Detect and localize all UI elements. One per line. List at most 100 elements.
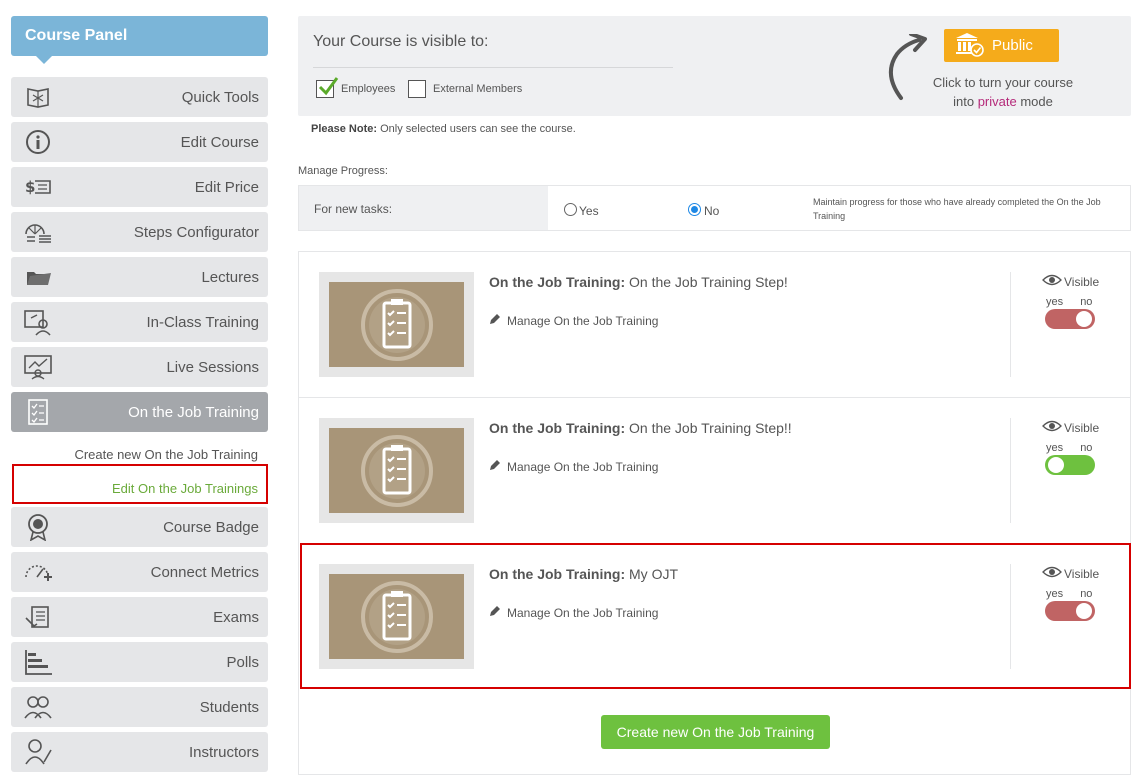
progress-yes-label: Yes: [579, 204, 599, 218]
sidebar-item-label: Quick Tools: [181, 88, 259, 106]
sidebar-item-lectures[interactable]: Lectures: [11, 257, 268, 297]
training-card: On the Job Training: On the Job Training…: [299, 252, 1130, 398]
visibility-indicator: Visible: [1042, 420, 1099, 435]
toggle-knob: [1076, 311, 1092, 327]
sidebar-item-in-class-training[interactable]: In-Class Training: [11, 302, 268, 342]
sidebar-menu-bottom: Course Badge Connect Metrics Exams Polls…: [11, 507, 268, 777]
edit-on-the-job-trainings-link[interactable]: Edit On the Job Trainings: [112, 481, 258, 496]
institution-check-icon: [954, 31, 984, 61]
visibility-note: Please Note: Only selected users can see…: [311, 123, 576, 135]
price-icon: $: [23, 172, 53, 202]
training-card: On the Job Training: On the Job Training…: [299, 398, 1130, 544]
training-title[interactable]: On the Job Training: On the Job Training…: [489, 420, 792, 436]
progress-no-label: No: [704, 204, 720, 218]
yes-no-labels: yes no: [1046, 296, 1092, 308]
public-hint-pre: into: [953, 94, 978, 109]
course-panel-sidebar: Course Panel Quick Tools Edit Course $ E…: [11, 16, 268, 772]
visibility-toggle[interactable]: [1045, 309, 1095, 329]
manage-label: Manage On the Job Training: [507, 459, 659, 474]
visible-label: Visible: [1064, 274, 1100, 289]
sidebar-item-edit-price[interactable]: $ Edit Price: [11, 167, 268, 207]
info-icon: [23, 127, 53, 157]
divider: [1010, 418, 1011, 523]
sidebar-item-label: Edit Price: [194, 178, 259, 196]
public-button[interactable]: Public: [944, 29, 1059, 62]
check-mark-icon: [318, 77, 339, 96]
visible-label: Visible: [1064, 420, 1100, 435]
sidebar-item-polls[interactable]: Polls: [11, 642, 268, 682]
create-on-the-job-training-link[interactable]: Create new On the Job Training: [74, 447, 258, 462]
note-label: Please Note:: [311, 123, 378, 135]
toggle-knob: [1048, 457, 1064, 473]
svg-text:$: $: [25, 178, 35, 196]
employees-checkbox[interactable]: [316, 77, 339, 98]
sidebar-item-connect-metrics[interactable]: Connect Metrics: [11, 552, 268, 592]
selected-training-highlight: [300, 543, 1131, 689]
sidebar-item-label: Instructors: [188, 743, 259, 761]
sidebar-item-live-sessions[interactable]: Live Sessions: [11, 347, 268, 387]
sidebar-item-label: Steps Configurator: [133, 223, 259, 241]
yes-no-labels: yes no: [1046, 442, 1092, 454]
sidebar-item-quick-tools[interactable]: Quick Tools: [11, 77, 268, 117]
course-visibility-panel: Your Course is visible to: Employees Ext…: [298, 16, 1131, 116]
checklist-icon: [360, 434, 433, 507]
checklist-icon: [360, 288, 433, 361]
training-name: On the Job Training Step!!: [625, 420, 792, 436]
public-hint-line1: Click to turn your course: [932, 75, 1074, 90]
divider: [1010, 272, 1011, 377]
sidebar-item-course-badge[interactable]: Course Badge: [11, 507, 268, 547]
sidebar-item-label: Lectures: [201, 268, 259, 286]
progress-no-radio[interactable]: [688, 203, 701, 216]
metrics-icon: [23, 557, 53, 587]
sidebar-item-label: Polls: [226, 653, 259, 671]
training-name: On the Job Training Step!: [625, 274, 788, 290]
create-on-the-job-training-button[interactable]: Create new On the Job Training: [601, 715, 830, 749]
sidebar-item-on-the-job-training[interactable]: On the Job Training: [11, 392, 268, 432]
sidebar-item-steps-configurator[interactable]: Steps Configurator: [11, 212, 268, 252]
quick-tools-icon: [23, 82, 53, 112]
sidebar-item-label: Edit Course: [180, 133, 259, 151]
manage-label: Manage On the Job Training: [507, 313, 659, 328]
sidebar-item-label: Connect Metrics: [150, 563, 259, 581]
sidebar-item-label: Exams: [213, 608, 259, 626]
external-members-checkbox[interactable]: [408, 80, 426, 98]
manage-progress-row: For new tasks: Yes No Maintain progress …: [298, 185, 1131, 231]
training-thumbnail[interactable]: [319, 272, 474, 377]
eye-icon: [1042, 420, 1062, 435]
private-mode-text: private: [977, 94, 1017, 109]
sidebar-item-exams[interactable]: Exams: [11, 597, 268, 637]
sidebar-item-students[interactable]: Students: [11, 687, 268, 727]
progress-yes-radio[interactable]: [564, 203, 577, 216]
public-button-label: Public: [992, 37, 1033, 54]
badge-icon: [23, 512, 53, 542]
for-new-tasks-label: For new tasks:: [299, 186, 548, 230]
steps-icon: [23, 217, 53, 247]
training-title[interactable]: On the Job Training: On the Job Training…: [489, 274, 788, 290]
manage-training-link[interactable]: Manage On the Job Training: [489, 313, 658, 328]
sidebar-item-label: Live Sessions: [166, 358, 259, 376]
sidebar-menu-top: Quick Tools Edit Course $ Edit Price Ste…: [11, 77, 268, 547]
manage-training-link[interactable]: Manage On the Job Training: [489, 459, 658, 474]
divider: [313, 67, 673, 68]
exam-icon: [23, 602, 53, 632]
yes-label: yes: [1046, 442, 1064, 454]
visibility-toggle[interactable]: [1045, 455, 1095, 475]
students-icon: [23, 692, 53, 722]
note-text: Only selected users can see the course.: [377, 123, 576, 135]
visibility-indicator: Visible: [1042, 274, 1099, 289]
edit-icon: [489, 459, 501, 474]
sidebar-item-label: In-Class Training: [146, 313, 259, 331]
edit-icon: [489, 313, 501, 328]
sidebar-item-instructors[interactable]: Instructors: [11, 732, 268, 772]
classroom-icon: [23, 307, 53, 337]
folder-icon: [23, 262, 53, 292]
yes-label: yes: [1046, 296, 1064, 308]
checklist-icon: [23, 397, 53, 427]
manage-progress-title: Manage Progress:: [298, 165, 388, 177]
course-panel-title: Course Panel: [11, 16, 268, 64]
training-prefix: On the Job Training:: [489, 420, 626, 436]
live-session-icon: [23, 352, 53, 382]
sidebar-item-edit-course[interactable]: Edit Course: [11, 122, 268, 162]
public-hint-post: mode: [1016, 94, 1053, 109]
training-thumbnail[interactable]: [319, 418, 474, 523]
